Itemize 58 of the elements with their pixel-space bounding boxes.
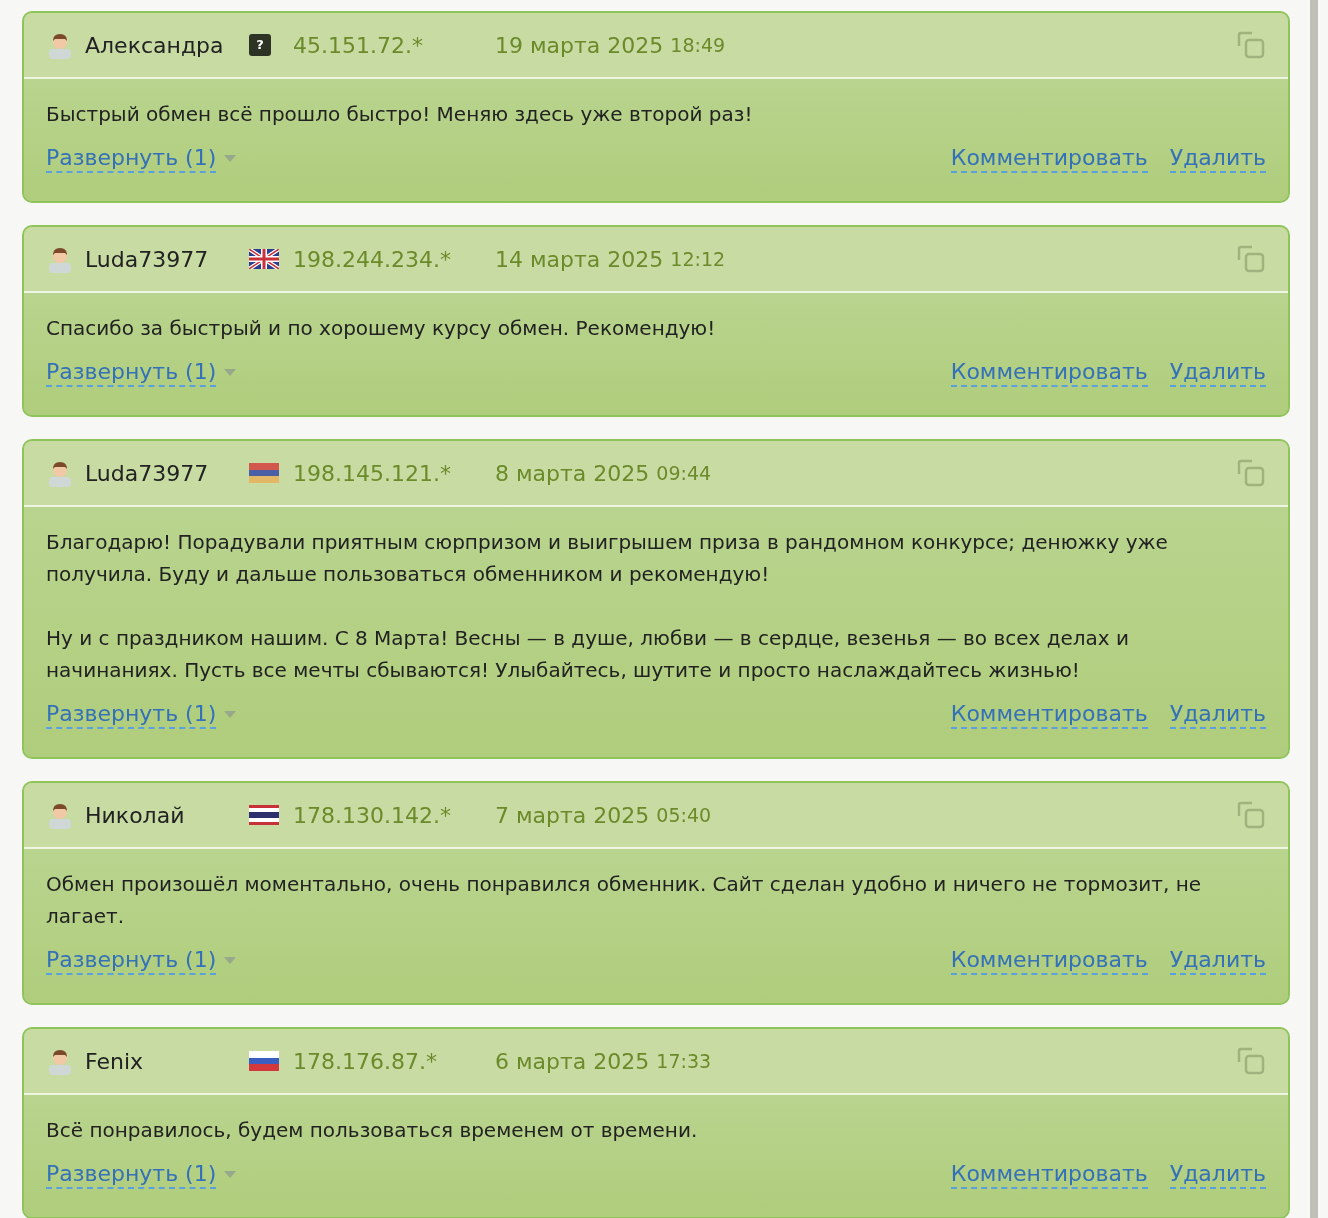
unknown-flag-icon: ? <box>249 34 271 56</box>
comment-link[interactable]: Комментировать <box>950 1161 1148 1189</box>
caret-icon <box>224 711 237 719</box>
review-date: 7 марта 2025 <box>495 801 650 830</box>
author-name: Fenix <box>85 1047 145 1076</box>
caret-icon <box>224 155 237 163</box>
delete-link[interactable]: Удалить <box>1169 947 1266 975</box>
review-time: 09:44 <box>656 460 712 486</box>
ip-address: 178.176.87.* <box>293 1047 438 1076</box>
copy-icon[interactable] <box>1236 458 1266 488</box>
comment-link[interactable]: Комментировать <box>950 359 1148 387</box>
caret-icon <box>224 1171 237 1179</box>
review-text: Спасибо за быстрый и по хорошему курсу обмен. Рекомендую! <box>46 315 717 342</box>
copy-icon[interactable] <box>1236 1046 1266 1076</box>
delete-link[interactable]: Удалить <box>1169 359 1266 387</box>
expand-link[interactable]: Развернуть (1) <box>46 947 217 975</box>
review-text: Благодарю! Порадували приятным сюрпризом и выигрышем приза в рандомном конкурсе; денюжку уже получила. Буду и дальше пользоваться обменником и рекомендую! <box>46 529 1169 588</box>
user-avatar-icon <box>46 459 74 487</box>
review-date: 19 марта 2025 <box>495 31 664 60</box>
expand-link[interactable]: Развернуть (1) <box>46 701 217 729</box>
copy-icon[interactable] <box>1236 30 1266 60</box>
review-text: Всё понравилось, будем пользоваться временем от времени. <box>46 1117 699 1144</box>
comment-link[interactable]: Комментировать <box>950 145 1148 173</box>
author-name: Александра <box>85 31 225 60</box>
ip-address: 198.145.121.* <box>293 459 452 488</box>
author-name: Luda73977 <box>85 459 210 488</box>
review-time: 12:12 <box>670 246 726 272</box>
expand-link[interactable]: Развернуть (1) <box>46 359 217 387</box>
review-time: 17:33 <box>656 1048 712 1074</box>
review-text: Быстрый обмен всё прошло быстро! Меняю здесь уже второй раз! <box>46 101 754 128</box>
author-name: Николай <box>85 801 186 830</box>
delete-link[interactable]: Удалить <box>1169 701 1266 729</box>
review-text: Обмен произошёл моментально, очень понравился обменник. Сайт сделан удобно и ничего не тормозит, не лагает. <box>46 871 1202 930</box>
review-date: 6 марта 2025 <box>495 1047 650 1076</box>
delete-link[interactable]: Удалить <box>1169 145 1266 173</box>
review-time: 05:40 <box>656 802 712 828</box>
caret-icon <box>224 369 237 377</box>
review-time: 18:49 <box>670 32 726 58</box>
ip-address: 178.130.142.* <box>293 801 452 830</box>
author-name: Luda73977 <box>85 245 210 274</box>
expand-link[interactable]: Развернуть (1) <box>46 1161 217 1189</box>
ip-address: 45.151.72.* <box>293 31 424 60</box>
copy-icon[interactable] <box>1236 244 1266 274</box>
delete-link[interactable]: Удалить <box>1169 1161 1266 1189</box>
ip-address: 198.244.234.* <box>293 245 452 274</box>
review-date: 14 марта 2025 <box>495 245 664 274</box>
review-text: Ну и с праздником нашим. С 8 Марта! Весны — в душе, любви — в сердце, везенья — во всех делах и начинаниях. Пусть все мечты сбываются! Улыбайтесь, шутите и просто наслаждайтесь жизнью! <box>46 625 1131 684</box>
expand-link[interactable]: Развернуть (1) <box>46 145 217 173</box>
review-date: 8 марта 2025 <box>495 459 650 488</box>
comment-link[interactable]: Комментировать <box>950 701 1148 729</box>
comment-link[interactable]: Комментировать <box>950 947 1148 975</box>
user-avatar-icon <box>46 1047 74 1075</box>
copy-icon[interactable] <box>1236 800 1266 830</box>
user-avatar-icon <box>46 801 74 829</box>
user-avatar-icon <box>46 31 74 59</box>
caret-icon <box>224 957 237 965</box>
scrollbar[interactable] <box>1310 0 1318 1218</box>
user-avatar-icon <box>46 245 74 273</box>
